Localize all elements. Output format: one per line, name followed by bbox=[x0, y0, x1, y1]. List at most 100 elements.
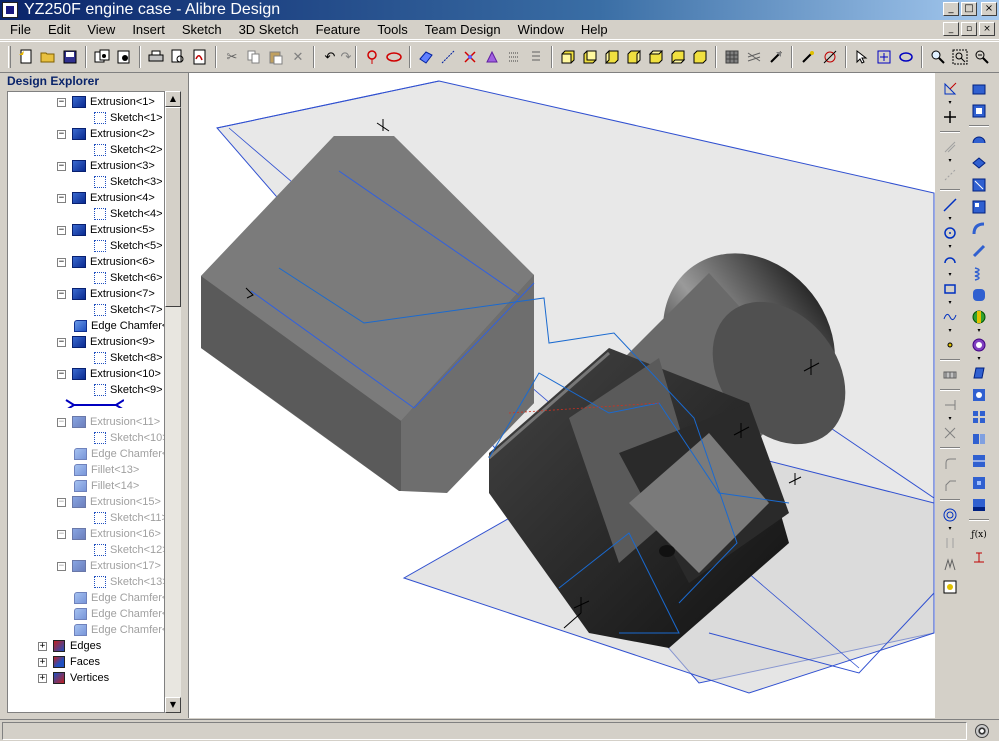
menu-sketch[interactable]: Sketch bbox=[172, 22, 229, 37]
redo-icon[interactable]: ↷ bbox=[341, 47, 352, 67]
view-iso-icon[interactable] bbox=[690, 47, 710, 67]
tree-item-sketch-8[interactable]: Sketch<8> bbox=[94, 350, 163, 366]
tree-item-fillet-14[interactable]: Fillet<14> bbox=[74, 478, 139, 494]
wireframe-icon[interactable] bbox=[744, 47, 764, 67]
construction-line-icon[interactable] bbox=[940, 165, 960, 185]
point-tool-icon[interactable] bbox=[940, 335, 960, 355]
close-doc-icon[interactable] bbox=[114, 47, 134, 67]
sketch-insert-icon[interactable] bbox=[940, 577, 960, 597]
axis-icon[interactable] bbox=[460, 47, 480, 67]
save-icon[interactable] bbox=[60, 47, 80, 67]
pattern-icon[interactable] bbox=[969, 407, 989, 427]
list2-icon[interactable] bbox=[526, 47, 546, 67]
model-canvas[interactable] bbox=[189, 73, 935, 718]
tree-item-edge-chamfer[interactable]: Edge Chamfer< bbox=[74, 606, 164, 622]
view-bottom-icon[interactable] bbox=[668, 47, 688, 67]
constraint-symbol-icon[interactable] bbox=[969, 547, 989, 567]
revolve-cut-icon[interactable] bbox=[969, 153, 989, 173]
tree-item-sketch-11[interactable]: Sketch<11> bbox=[94, 510, 164, 526]
spline-tool-icon[interactable] bbox=[940, 307, 960, 327]
scroll-down-icon[interactable]: ▼ bbox=[165, 697, 181, 713]
cross-icon[interactable] bbox=[940, 107, 960, 127]
menu-edit[interactable]: Edit bbox=[38, 22, 77, 37]
collapse-icon[interactable]: − bbox=[57, 561, 66, 571]
view-back-icon[interactable] bbox=[580, 47, 600, 67]
extend-tool-icon[interactable] bbox=[940, 395, 960, 415]
doc-restore-button[interactable]: ▫ bbox=[961, 22, 977, 36]
line-tool-icon[interactable] bbox=[940, 195, 960, 215]
collapse-icon[interactable]: − bbox=[57, 529, 66, 539]
chamfer-tool-icon[interactable] bbox=[940, 475, 960, 495]
tree-item-sketch-6[interactable]: Sketch<6> bbox=[94, 270, 163, 286]
tree-item-edge-chamfer[interactable]: Edge Chamfer< bbox=[74, 446, 164, 462]
list-icon[interactable] bbox=[504, 47, 524, 67]
tree-item-extrusion-17[interactable]: − Extrusion<17> bbox=[57, 558, 161, 574]
extrude-boss-icon[interactable] bbox=[969, 79, 989, 99]
helix-icon[interactable] bbox=[969, 263, 989, 283]
tree-item-extrusion-1[interactable]: − Extrusion<1> bbox=[57, 94, 155, 110]
sketch-mode-icon[interactable] bbox=[940, 79, 960, 99]
loft-boss-icon[interactable] bbox=[969, 175, 989, 195]
toolbar-grip[interactable] bbox=[8, 46, 11, 68]
collapse-icon[interactable]: − bbox=[57, 193, 66, 203]
collapse-icon[interactable]: − bbox=[57, 257, 66, 267]
collapse-icon[interactable]: − bbox=[57, 129, 66, 139]
undo-icon[interactable]: ↶ bbox=[320, 47, 340, 67]
sweep-cut-icon[interactable] bbox=[969, 241, 989, 261]
circle-tool-icon[interactable] bbox=[940, 223, 960, 243]
select-icon[interactable] bbox=[852, 47, 872, 67]
hole-icon[interactable] bbox=[969, 385, 989, 405]
collapse-icon[interactable]: − bbox=[57, 417, 66, 427]
print-preview-icon[interactable] bbox=[168, 47, 188, 67]
tree-item-sketch-2[interactable]: Sketch<2> bbox=[94, 142, 163, 158]
tree-item-sketch-3[interactable]: Sketch<3> bbox=[94, 174, 163, 190]
tree-item-sketch-5[interactable]: Sketch<5> bbox=[94, 238, 163, 254]
scale-icon[interactable] bbox=[969, 473, 989, 493]
tree-item-sketch-12[interactable]: Sketch<12> bbox=[94, 542, 164, 558]
dimension-tool-icon[interactable] bbox=[940, 533, 960, 553]
tree-item-fillet-13[interactable]: Fillet<13> bbox=[74, 462, 139, 478]
open-icon[interactable] bbox=[38, 47, 58, 67]
view-front-icon[interactable] bbox=[558, 47, 578, 67]
expand-icon[interactable]: + bbox=[38, 673, 47, 683]
expand-icon[interactable]: + bbox=[38, 657, 47, 667]
feature-tree[interactable]: − Extrusion<1> Sketch<1> − Extrusion<2> Sk… bbox=[7, 91, 165, 713]
tree-item-extrusion-5[interactable]: − Extrusion<5> bbox=[57, 222, 155, 238]
menu-file[interactable]: File bbox=[0, 22, 38, 37]
expand-icon[interactable]: + bbox=[38, 641, 47, 651]
menu-3d-sketch[interactable]: 3D Sketch bbox=[229, 22, 306, 37]
maximize-button[interactable]: □ bbox=[961, 2, 977, 16]
scroll-up-icon[interactable]: ▲ bbox=[165, 91, 181, 107]
thread-icon[interactable] bbox=[969, 307, 989, 327]
arc-tool-icon[interactable] bbox=[940, 251, 960, 271]
model-viewport[interactable] bbox=[188, 73, 935, 718]
zoom-icon[interactable] bbox=[928, 47, 948, 67]
menu-team-design[interactable]: Team Design bbox=[415, 22, 508, 37]
collapse-icon[interactable]: − bbox=[57, 337, 66, 347]
tree-item-edge-chamfer[interactable]: Edge Chamfer< bbox=[74, 318, 164, 334]
cut-icon[interactable]: ✂ bbox=[222, 47, 242, 67]
mirror-tool-icon[interactable] bbox=[940, 423, 960, 443]
copy-icon[interactable] bbox=[244, 47, 264, 67]
extrude-cut-icon[interactable] bbox=[969, 101, 989, 121]
collapse-icon[interactable]: − bbox=[57, 289, 66, 299]
fillet-feature-icon[interactable] bbox=[969, 285, 989, 305]
render-icon[interactable] bbox=[766, 47, 786, 67]
tree-item-vertices[interactable]: + Vertices bbox=[38, 670, 109, 686]
collapse-icon[interactable]: − bbox=[57, 97, 66, 107]
menu-help[interactable]: Help bbox=[571, 22, 615, 37]
close-button[interactable]: × bbox=[981, 2, 997, 16]
tree-item-sketch-1[interactable]: Sketch<1> bbox=[94, 110, 163, 126]
offset-tool-icon[interactable] bbox=[940, 505, 960, 525]
print-icon[interactable] bbox=[146, 47, 166, 67]
explorer-scrollbar[interactable]: ▲ ▼ bbox=[165, 91, 181, 713]
menu-tools[interactable]: Tools bbox=[367, 22, 414, 37]
zoom-all-icon[interactable] bbox=[950, 47, 970, 67]
revolve-boss-icon[interactable] bbox=[969, 131, 989, 151]
tree-item-extrusion-10[interactable]: − Extrusion<10> bbox=[57, 366, 161, 382]
sweep-boss-icon[interactable] bbox=[969, 219, 989, 239]
analyze-icon[interactable] bbox=[820, 47, 840, 67]
tree-item-sketch-4[interactable]: Sketch<4> bbox=[94, 206, 163, 222]
minimize-button[interactable]: _ bbox=[943, 2, 959, 16]
fillet-tool-icon[interactable] bbox=[940, 453, 960, 473]
